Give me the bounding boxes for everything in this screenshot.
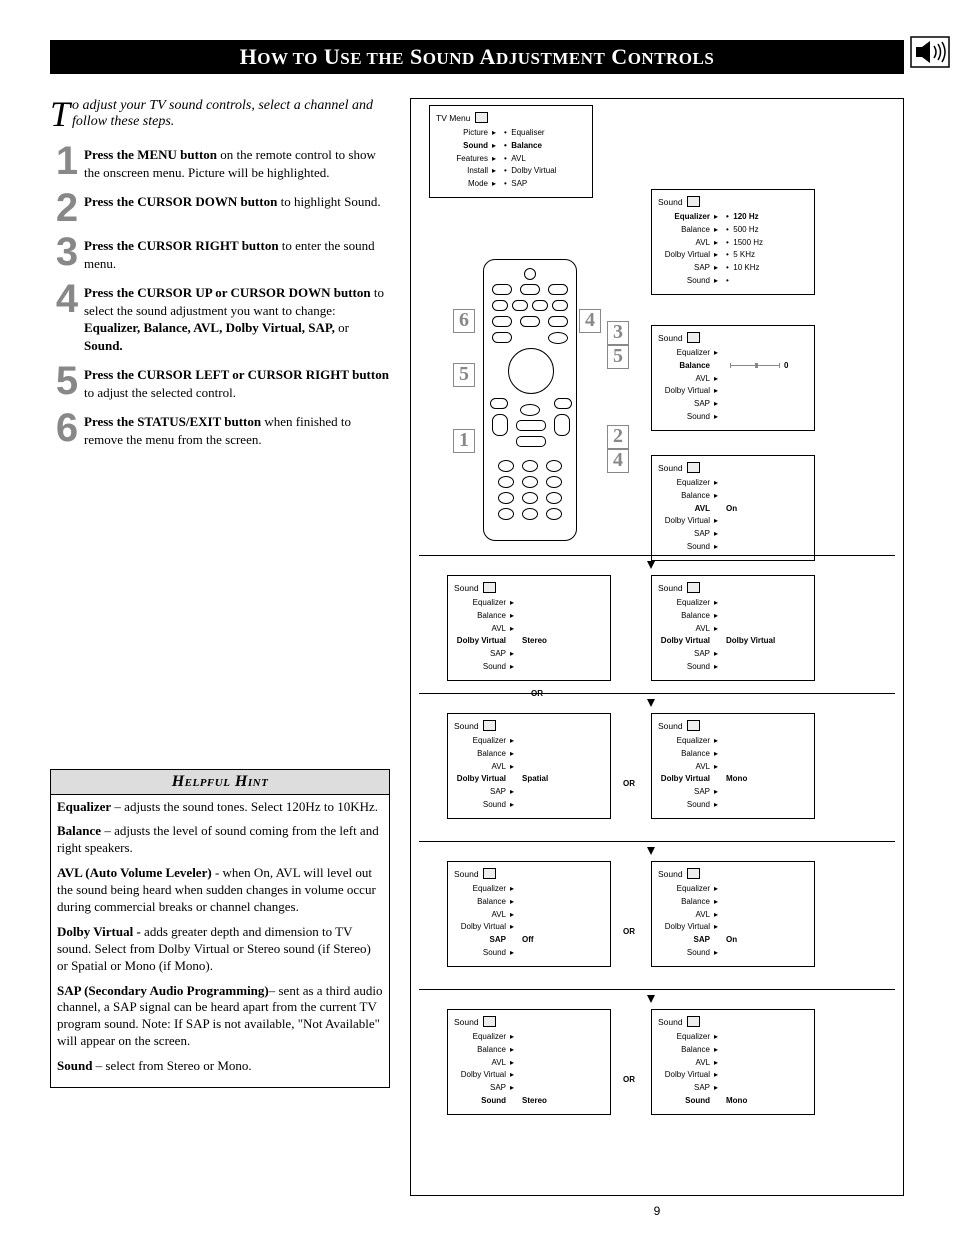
callout-2: 2: [607, 425, 629, 449]
page-title: HOW TO USE THE SOUND ADJUSTMENT CONTROLS: [240, 44, 715, 69]
menu-panel: Sound Equalizer▸Balance▸AVL▸Dolby Virtua…: [447, 575, 611, 681]
menu-panel: Sound Equalizer▸Balance▸AVL▸Dolby Virtua…: [447, 713, 611, 819]
step-number: 6: [50, 411, 84, 445]
step-number: 1: [50, 144, 84, 178]
hint-title: Helpful Hint: [51, 770, 389, 795]
menu-panel: Sound Equalizer▸Balance▸AVL▸Dolby Virtua…: [447, 861, 611, 967]
step-text: Press the STATUS/EXIT button when finish…: [84, 411, 390, 448]
step-number: 2: [50, 191, 84, 225]
step-3: 3Press the CURSOR RIGHT button to enter …: [50, 235, 390, 272]
step-2: 2Press the CURSOR DOWN button to highlig…: [50, 191, 390, 225]
step-4: 4Press the CURSOR UP or CURSOR DOWN butt…: [50, 282, 390, 354]
menu-panel: Sound Equalizer▸Balance▸AVLOnDolby Virtu…: [651, 455, 815, 561]
instructions-column: To adjust your TV sound controls, select…: [50, 98, 390, 1218]
speaker-icon: [910, 36, 950, 68]
hint-item: Balance – adjusts the level of sound com…: [57, 823, 383, 857]
step-text: Press the CURSOR LEFT or CURSOR RIGHT bu…: [84, 364, 390, 401]
or-label: OR: [623, 779, 635, 788]
step-number: 5: [50, 364, 84, 398]
menu-panel: Sound Equalizer▸Balance0AVL▸Dolby Virtua…: [651, 325, 815, 431]
step-text: Press the CURSOR UP or CURSOR DOWN butto…: [84, 282, 390, 354]
hint-item: AVL (Auto Volume Leveler) - when On, AVL…: [57, 865, 383, 916]
page-title-banner: HOW TO USE THE SOUND ADJUSTMENT CONTROLS: [50, 40, 904, 74]
menu-panel: Sound Equalizer▸Balance▸AVL▸Dolby Virtua…: [651, 1009, 815, 1115]
separator: [419, 989, 895, 990]
callout-3: 3: [607, 321, 629, 345]
callout-5: 5: [607, 345, 629, 369]
step-text: Press the CURSOR DOWN button to highligh…: [84, 191, 381, 211]
hint-item: SAP (Secondary Audio Programming)– sent …: [57, 983, 383, 1051]
menu-flow-diagram: TV Menu Picture▸• EqualiserSound▸• Balan…: [410, 98, 904, 1196]
menu-panel: Sound Equalizer▸Balance▸AVL▸Dolby Virtua…: [447, 1009, 611, 1115]
callout-1: 1: [453, 429, 475, 453]
callout-6: 6: [453, 309, 475, 333]
separator: [419, 841, 895, 842]
page-number: 9: [410, 1204, 904, 1218]
callout-5: 5: [453, 363, 475, 387]
menu-panel: TV Menu Picture▸• EqualiserSound▸• Balan…: [429, 105, 593, 198]
hint-item: Dolby Virtual - adds greater depth and d…: [57, 924, 383, 975]
menu-panel: Sound Equalizer▸Balance▸AVL▸Dolby Virtua…: [651, 861, 815, 967]
step-number: 3: [50, 235, 84, 269]
helpful-hint-box: Helpful Hint Equalizer – adjusts the sou…: [50, 769, 390, 1088]
hint-item: Sound – select from Stereo or Mono.: [57, 1058, 383, 1075]
menu-panel: Sound Equalizer▸Balance▸AVL▸Dolby Virtua…: [651, 713, 815, 819]
menu-panel: Sound Equalizer▸Balance▸AVL▸Dolby Virtua…: [651, 575, 815, 681]
step-text: Press the CURSOR RIGHT button to enter t…: [84, 235, 390, 272]
menu-panel: Sound Equalizer▸• 120 HzBalance▸• 500 Hz…: [651, 189, 815, 295]
callout-4: 4: [579, 309, 601, 333]
down-arrow-icon: [647, 561, 655, 569]
step-number: 4: [50, 282, 84, 316]
down-arrow-icon: [647, 699, 655, 707]
separator: [419, 555, 895, 556]
step-1: 1Press the MENU button on the remote con…: [50, 144, 390, 181]
remote-control: [483, 259, 577, 541]
hint-item: Equalizer – adjusts the sound tones. Sel…: [57, 799, 383, 816]
step-text: Press the MENU button on the remote cont…: [84, 144, 390, 181]
or-label: OR: [623, 1075, 635, 1084]
down-arrow-icon: [647, 847, 655, 855]
callout-4: 4: [607, 449, 629, 473]
step-5: 5Press the CURSOR LEFT or CURSOR RIGHT b…: [50, 364, 390, 401]
separator: [419, 693, 895, 694]
or-label: OR: [623, 927, 635, 936]
step-6: 6Press the STATUS/EXIT button when finis…: [50, 411, 390, 448]
intro-text: To adjust your TV sound controls, select…: [50, 98, 390, 130]
down-arrow-icon: [647, 995, 655, 1003]
